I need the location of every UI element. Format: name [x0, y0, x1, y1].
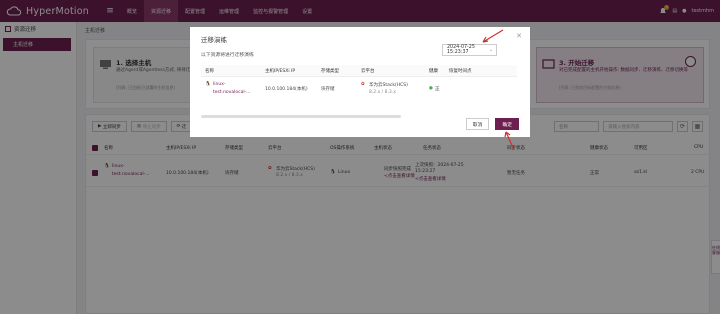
dlg-linux-icon: 🐧 [205, 82, 211, 87]
dlg-row-name2[interactable]: test.novalocal-... [213, 90, 251, 95]
dlg-col-name: 名称 [205, 69, 214, 74]
chevron-down-icon: ⌄ [488, 47, 493, 53]
dialog-hint: 以下资源将进行迁移演练 [201, 53, 254, 58]
dlg-row-cloud: 华为云Stack(HCS) [369, 83, 408, 88]
dlg-row-cloud-ver: 8.2.x / 8.3.x [369, 90, 396, 95]
dlg-row-ip: 10.0.100.184(本机) [265, 87, 308, 92]
dlg-row-storage: 块存储 [321, 87, 335, 92]
annotation-arrow-icon [482, 29, 504, 43]
dlg-col-ip: 主机IP/ESXi IP [265, 69, 296, 74]
annotation-arrow-icon-2 [504, 131, 515, 151]
dialog-title: 迁移演练 [201, 36, 227, 44]
dialog-table-header: 名称 主机IP/ESXi IP 存储类型 云平台 健康 恢复时间点 [201, 65, 517, 77]
dlg-huawei-icon: ✿ [361, 82, 365, 87]
close-icon[interactable]: ✕ [516, 32, 522, 40]
dlg-row-health: 正 [435, 87, 440, 92]
dlg-row-name[interactable]: linux- [213, 82, 226, 87]
dialog-table-row: 🐧 linux- test.novalocal-... 10.0.100.184… [201, 78, 517, 108]
migration-drill-dialog: 迁移演练 ✕ 以下资源将进行迁移演练 名称 主机IP/ESXi IP 存储类型 … [190, 27, 530, 151]
dlg-col-health: 健康 [429, 69, 438, 74]
horizontal-scrollbar[interactable] [201, 115, 401, 118]
dlg-col-cloud: 云平台 [361, 69, 375, 74]
dlg-health-dot: ● [429, 86, 433, 91]
restore-time-select[interactable]: 2024-07-25 15:23:37 ⌄ [442, 44, 497, 56]
dlg-col-storage: 存储类型 [321, 69, 339, 74]
cancel-button[interactable]: 取消 [465, 118, 490, 130]
dlg-col-restore: 恢复时间点 [449, 69, 472, 74]
